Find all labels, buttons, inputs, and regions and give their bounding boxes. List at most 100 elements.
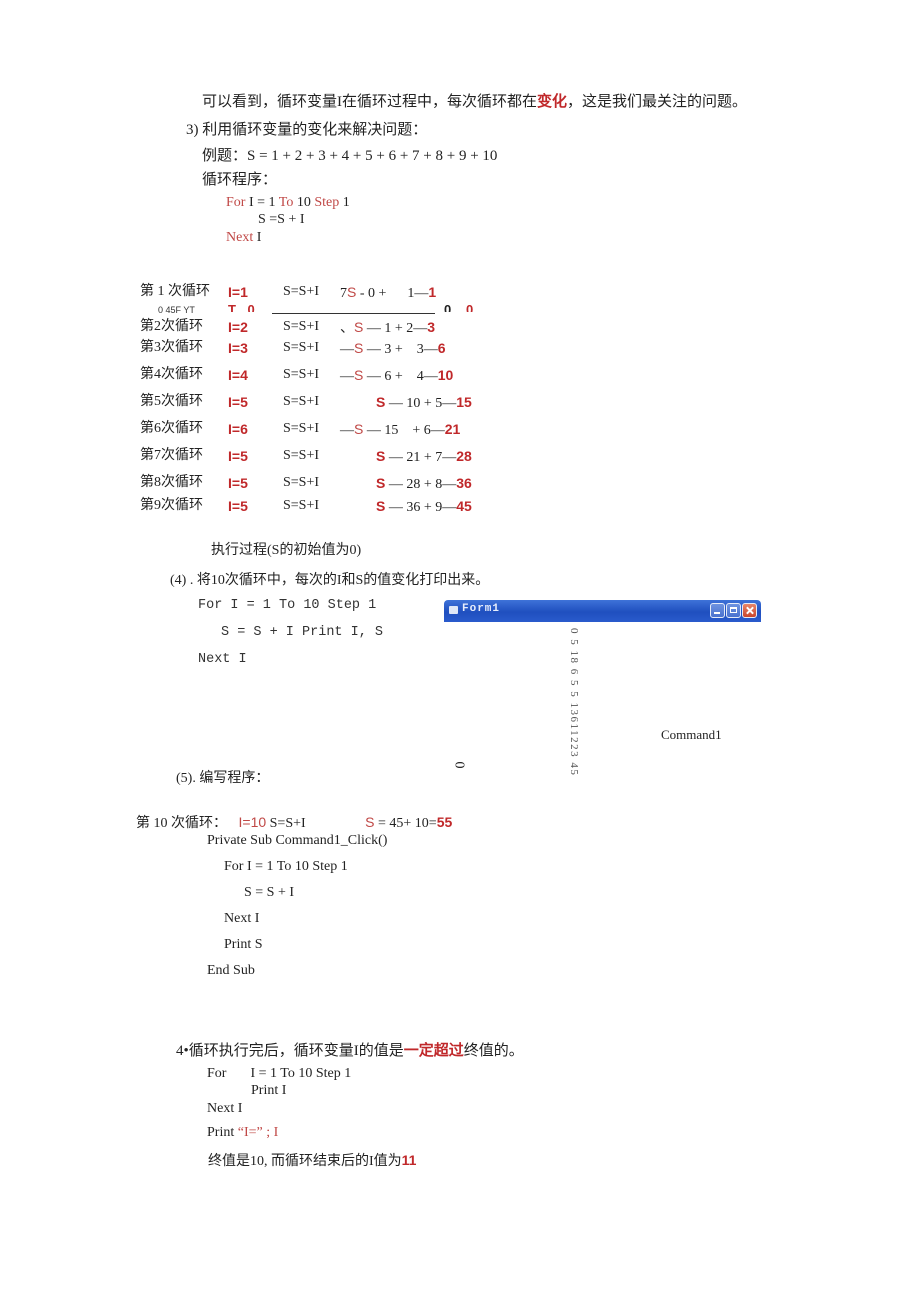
divider-line bbox=[272, 313, 435, 314]
program-label: 循环程序： bbox=[202, 172, 278, 188]
heading-text-end: 终值的。 bbox=[463, 1043, 524, 1059]
command1-button[interactable]: Command1 bbox=[661, 726, 722, 744]
program1-body: S =S + I bbox=[258, 212, 305, 227]
code-line: For I = 1 To 10 Step 1 bbox=[224, 859, 348, 874]
loop-label: 第4次循环 bbox=[140, 367, 203, 382]
calc-s: S bbox=[376, 498, 386, 514]
code-line: Print I bbox=[251, 1083, 287, 1098]
loop-i-value: I=1 bbox=[228, 284, 248, 300]
loop-label: 第3次循环 bbox=[140, 340, 203, 355]
loop-calc: —S — 15 + 6—21 bbox=[340, 419, 460, 441]
loop-i-value: I=5 bbox=[228, 498, 248, 514]
to-value: 10 bbox=[296, 195, 311, 210]
garbled-i: T 0 bbox=[228, 302, 259, 312]
section4-heading: (4) . 将10次循环中，每次的I和S的值变化打印出来。 bbox=[170, 573, 490, 588]
printed-output-vertical: 0 5 18 6 5 5 13611223 45 bbox=[568, 628, 580, 777]
loop-expression: S=S+I bbox=[283, 498, 320, 513]
form-window-titlebar[interactable]: Form1 bbox=[444, 600, 761, 622]
loop-expression: S=S+I bbox=[283, 319, 320, 334]
keyword-next: Next bbox=[226, 230, 254, 245]
loop-calc: S — 36 + 9—45 bbox=[376, 496, 472, 518]
loop-calc: —S — 6 + 4—10 bbox=[340, 365, 453, 387]
calc-prefix: — bbox=[340, 369, 354, 384]
calc-body: — 3 + 3— bbox=[363, 342, 438, 357]
garbled-fragment: 0 45F YT bbox=[158, 305, 195, 315]
loop-result: 3 bbox=[427, 319, 436, 335]
example-formula: 例题：S = 1 + 2 + 3 + 4 + 5 + 6 + 7 + 8 + 9… bbox=[202, 148, 498, 164]
loop-expression: S=S+I bbox=[283, 367, 320, 382]
code-line: S = S + I bbox=[244, 885, 295, 900]
keyword-for: For bbox=[226, 195, 246, 210]
heading-text: 4•循环执行完后，循环变量I的值是 bbox=[176, 1043, 404, 1059]
next-var: I bbox=[256, 230, 262, 245]
calc-s: S bbox=[354, 421, 364, 437]
program1-next-line: Next I bbox=[226, 229, 261, 247]
code-line: Private Sub Command1_Click() bbox=[207, 833, 388, 848]
conclusion-value: 11 bbox=[401, 1152, 417, 1168]
loop-expression: S=S+I bbox=[283, 448, 320, 463]
intro-line: 可以看到，循环变量I在循环过程中，每次循环都在变化，这是我们最关注的问题。 bbox=[202, 93, 747, 111]
window-icon bbox=[449, 606, 458, 614]
loop-i-value: I=5 bbox=[228, 394, 248, 410]
for-rest: I = 1 To 10 Step 1 bbox=[250, 1066, 352, 1081]
keyword-print: Print bbox=[207, 1125, 235, 1140]
loop10-row: 第 10 次循环： I=10 S=S+I S = 45+ 10=55 bbox=[136, 813, 452, 833]
calc-s: S bbox=[376, 448, 386, 464]
calc-body: — 28 + 8— bbox=[385, 477, 457, 492]
loop-label: 第7次循环 bbox=[140, 448, 203, 463]
loop-result: 10 bbox=[437, 367, 454, 383]
loop-i-value: I=3 bbox=[228, 340, 248, 356]
section3-heading: 3) 利用循环变量的变化来解决问题： bbox=[186, 122, 428, 138]
calc-body: — 10 + 5— bbox=[385, 396, 457, 411]
calc-s: S bbox=[354, 319, 364, 335]
step-value: 1 bbox=[342, 195, 350, 210]
loop-i-value: I=5 bbox=[228, 475, 248, 491]
loop-calc: S — 28 + 8—36 bbox=[376, 473, 472, 495]
conclusion-text: 终值是10, 而循环结束后的I值为 bbox=[208, 1154, 402, 1169]
calc-body: - 0 + 1— bbox=[356, 286, 429, 301]
keyword-for: For bbox=[207, 1066, 227, 1081]
calc-prefix: — bbox=[340, 342, 354, 357]
code-print-line: Print “I=” ; I bbox=[207, 1124, 278, 1142]
code-line: For I = 1 To 10 Step 1 bbox=[198, 598, 377, 613]
maximize-button[interactable] bbox=[726, 603, 741, 618]
loop10-expr: S=S+I bbox=[269, 816, 306, 831]
keyword-step: Step bbox=[314, 195, 340, 210]
loop-result: 1 bbox=[428, 284, 437, 300]
minimize-button[interactable] bbox=[710, 603, 725, 618]
garbled-result: 0 bbox=[466, 302, 474, 312]
loop-i-value: I=6 bbox=[228, 421, 248, 437]
conclusion: 终值是10, 而循环结束后的I值为11 bbox=[208, 1151, 416, 1171]
loop-calc: 7S - 0 + 1—1 bbox=[340, 282, 436, 304]
loop-label: 第8次循环 bbox=[140, 475, 203, 490]
calc-s: S bbox=[376, 394, 386, 410]
program1-for-line: For I = 1 To 10 Step 1 bbox=[226, 194, 350, 212]
code-line: Print S bbox=[224, 937, 263, 952]
loop-i-value: I=4 bbox=[228, 367, 248, 383]
calc-prefix: 7 bbox=[340, 286, 347, 301]
loop-label: 第2次循环 bbox=[140, 319, 203, 334]
highlight-exceed: 一定超过 bbox=[403, 1042, 464, 1059]
loop-expression: S=S+I bbox=[283, 340, 320, 355]
calc-body: — 21 + 7— bbox=[385, 450, 457, 465]
calc-s: S bbox=[354, 367, 364, 383]
calc-body: — 36 + 9— bbox=[385, 500, 457, 515]
loop-label: 第5次循环 bbox=[140, 394, 203, 409]
loop-result: 28 bbox=[456, 448, 472, 464]
code-line: S = S + I Print I, S bbox=[221, 625, 384, 640]
loop-expression: S=S+I bbox=[283, 421, 320, 436]
section5-heading: (5). 编写程序： bbox=[176, 771, 270, 786]
loop-calc: —S — 3 + 3—6 bbox=[340, 338, 446, 360]
code-for-line: For I = 1 To 10 Step 1 bbox=[207, 1065, 351, 1083]
loop-expression: S=S+I bbox=[283, 394, 320, 409]
calc-body: — 1 + 2— bbox=[363, 321, 428, 336]
loop-expression: S=S+I bbox=[283, 284, 320, 299]
code-line: Next I bbox=[207, 1101, 243, 1116]
loop10-s: S bbox=[365, 814, 375, 830]
keyword-to: To bbox=[278, 195, 294, 210]
loop-result: 15 bbox=[456, 394, 472, 410]
window-title: Form1 bbox=[462, 603, 501, 615]
execution-caption: 执行过程(S的初始值为0) bbox=[211, 543, 362, 558]
close-button[interactable] bbox=[742, 603, 757, 618]
calc-s: S bbox=[354, 340, 364, 356]
